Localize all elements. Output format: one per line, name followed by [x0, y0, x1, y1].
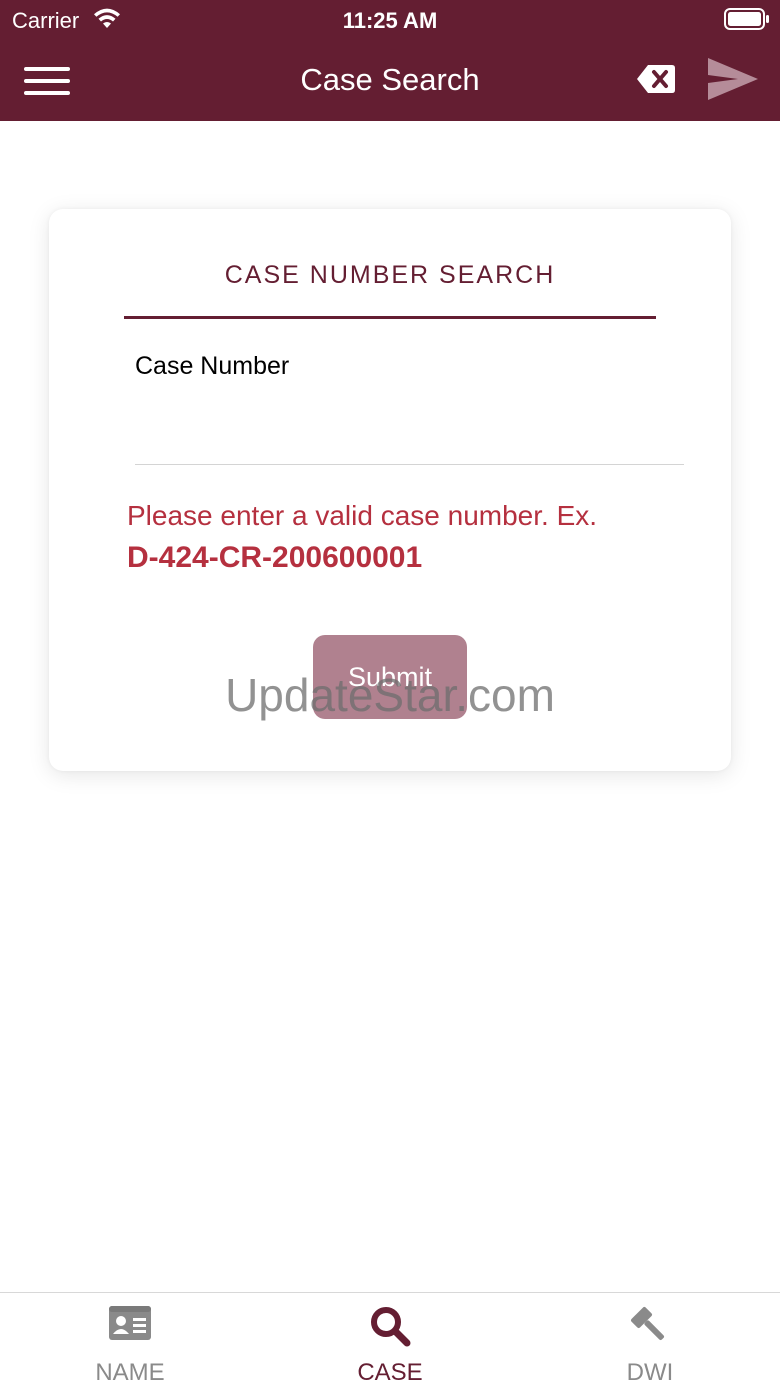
backspace-clear-icon[interactable]	[636, 64, 676, 99]
tab-name[interactable]: NAME	[0, 1293, 260, 1387]
case-number-label: Case Number	[135, 352, 290, 380]
tab-case-label: CASE	[357, 1359, 423, 1386]
tab-dwi-label: DWI	[626, 1359, 674, 1386]
battery-icon	[724, 8, 770, 35]
tab-dwi[interactable]: DWI	[520, 1293, 780, 1387]
case-search-card: CASE NUMBER SEARCH Case Number Please en…	[49, 209, 731, 771]
send-arrow-icon[interactable]	[706, 56, 760, 107]
id-card-icon	[0, 1305, 260, 1346]
gavel-icon	[520, 1305, 780, 1352]
validation-error-message: Please enter a valid case number. Ex.	[127, 500, 598, 531]
tab-name-label: NAME	[95, 1359, 165, 1386]
tab-case[interactable]: CASE	[260, 1293, 520, 1387]
title-divider	[124, 316, 656, 319]
status-time: 11:25 AM	[342, 8, 438, 33]
bottom-tab-bar: NAME CASE DWI	[0, 1292, 780, 1387]
status-bar: Carrier 11:25 AM	[0, 0, 780, 40]
search-icon	[260, 1305, 520, 1352]
submit-button[interactable]: Submit	[313, 635, 467, 719]
header-bar: Carrier 11:25 AM Case Search	[0, 0, 780, 121]
card-title: CASE NUMBER SEARCH	[224, 261, 556, 289]
case-number-input[interactable]	[135, 399, 684, 465]
nav-bar: Case Search	[0, 40, 780, 121]
screen: Carrier 11:25 AM Case Search CASE NUMBER…	[0, 0, 780, 1387]
validation-error-example: D-424-CR-200600001	[127, 541, 423, 574]
